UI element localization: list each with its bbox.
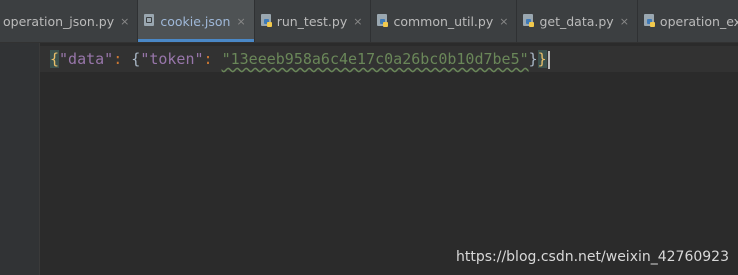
close-icon[interactable]: ×: [236, 15, 245, 28]
tab-label: run_test.py: [276, 13, 348, 29]
tab-common-util[interactable]: common_util.py ×: [371, 0, 518, 42]
watermark: https://blog.csdn.net/weixin_42760923: [455, 249, 729, 265]
close-icon[interactable]: ×: [353, 15, 362, 28]
tab-cookie-json[interactable]: cookie.json ×: [138, 0, 255, 42]
colon: :: [113, 50, 132, 68]
python-file-icon: [377, 14, 389, 28]
inner-open-brace: {: [131, 50, 141, 68]
editor-tab-bar: operation_json.py × cookie.json × run_te…: [0, 0, 738, 43]
json-key-data: "data": [59, 50, 114, 68]
tab-label: operation_json.py: [3, 13, 115, 29]
inner-close-brace: }: [528, 50, 538, 68]
tab-get-data[interactable]: get_data.py ×: [517, 0, 638, 42]
tab-run-test[interactable]: run_test.py ×: [255, 0, 372, 42]
python-file-icon: [643, 14, 656, 28]
tab-label: cookie.json: [160, 13, 231, 29]
token-value: "13eeeb958a6c4e17c0a26bc0b10d7be5": [221, 50, 529, 68]
tab-label: get_data.py: [539, 13, 614, 29]
close-icon[interactable]: ×: [120, 15, 129, 28]
tab-label: operation_excel.py: [659, 13, 738, 29]
python-file-icon: [260, 14, 273, 28]
python-file-icon: [523, 14, 535, 28]
tab-operation-json[interactable]: operation_json.py ×: [0, 0, 139, 42]
json-key-token: "token": [140, 50, 204, 68]
code-line[interactable]: {"data": {"token": "13eeeb958a6c4e17c0a2…: [50, 48, 550, 70]
text-caret: [547, 50, 550, 69]
code-editor[interactable]: {"data": {"token": "13eeeb958a6c4e17c0a2…: [40, 43, 738, 275]
close-brace: }: [537, 50, 547, 68]
close-icon[interactable]: ×: [620, 15, 629, 28]
json-file-icon: [144, 14, 156, 28]
colon: :: [203, 50, 222, 68]
tab-label: common_util.py: [393, 13, 494, 29]
line-gutter[interactable]: [0, 43, 40, 275]
tab-operation-excel[interactable]: operation_excel.py ×: [638, 0, 738, 42]
open-brace: {: [50, 50, 60, 68]
close-icon[interactable]: ×: [499, 15, 508, 28]
